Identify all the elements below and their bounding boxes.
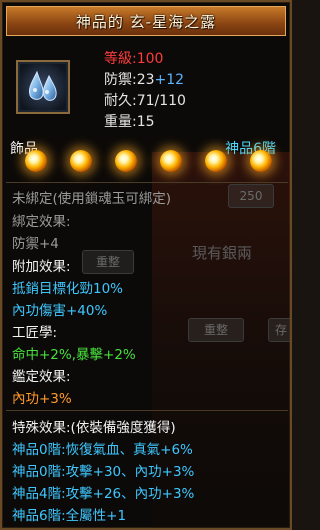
item-level: 等級:100 (104, 51, 164, 67)
special-effect-line: 神品6階:全屬性+1 (12, 508, 127, 524)
craft-line: 命中+2%,暴擊+2% (12, 347, 136, 363)
item-icon-frame (16, 60, 70, 114)
item-tooltip: 250 現有銀兩 重整 重整 存 神品的 玄-星海之露 等級:100 防禦:23… (0, 0, 292, 530)
item-defense: 防禦:23+12 (104, 69, 184, 89)
appraise-header: 鑑定效果: (12, 369, 71, 385)
enhance-gem-icon (250, 150, 272, 172)
extra-effect-line: 內功傷害+40% (12, 303, 108, 319)
dewdrop-icon (20, 64, 66, 110)
special-effect-header: 特殊效果:(依裝備強度獲得) (12, 420, 176, 436)
item-durability: 耐久:71/110 (104, 93, 186, 109)
store-button-ghost: 存 (268, 318, 290, 342)
reorganize-button-ghost-1: 重整 (82, 250, 134, 274)
special-effect-line: 神品0階:攻擊+30、內功+3% (12, 464, 195, 480)
bind-effect-header: 綁定效果: (12, 214, 71, 230)
section-divider (6, 410, 288, 411)
enhance-gem-icon (160, 150, 182, 172)
silver-label: 現有銀兩 (191, 244, 252, 262)
appraise-line: 內功+3% (12, 391, 72, 407)
enhance-gem-icon (115, 150, 137, 172)
section-divider (6, 182, 288, 183)
defense-bonus: +12 (154, 72, 185, 88)
item-weight: 重量:15 (104, 114, 155, 130)
special-effect-line: 神品4階:攻擊+26、內功+3% (12, 486, 195, 502)
slot-count-label: 250 (228, 184, 274, 208)
extra-effect-header: 附加效果: (12, 259, 71, 275)
reorganize-button-ghost-2: 重整 (188, 318, 244, 342)
enhance-gem-icon (70, 150, 92, 172)
item-title-bar: 神品的 玄-星海之露 (6, 6, 286, 36)
extra-effect-line: 抵銷目標化勁10% (12, 281, 124, 297)
bind-effect-line: 防禦+4 (12, 236, 59, 252)
special-effect-line: 神品0階:恢復氣血、真氣+6% (12, 442, 193, 458)
defense-base: 防禦:23 (104, 72, 155, 88)
enhance-gem-icon (205, 150, 227, 172)
item-title: 神品的 玄-星海之露 (75, 12, 217, 31)
enhance-gem-icon (25, 150, 47, 172)
craft-header: 工匠學: (12, 325, 58, 341)
bind-status: 未綁定(使用鎖魂玉可綁定) (12, 191, 172, 207)
